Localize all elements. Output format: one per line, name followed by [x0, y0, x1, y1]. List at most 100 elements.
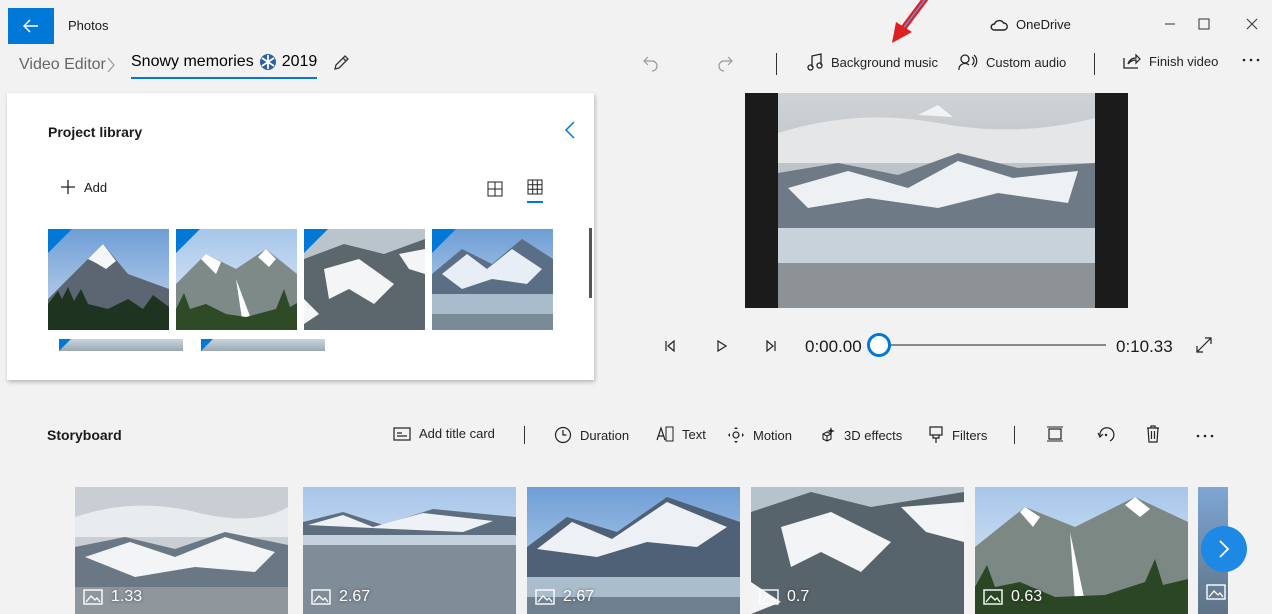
image-icon: [311, 589, 331, 605]
motion-button[interactable]: Motion: [727, 426, 792, 444]
library-scrollbar[interactable]: [589, 228, 592, 298]
onedrive-label: OneDrive: [1016, 17, 1071, 32]
add-media-button[interactable]: Add: [60, 179, 107, 195]
pencil-icon: [334, 55, 349, 70]
text-label: Text: [682, 426, 706, 442]
undo-button[interactable]: [642, 54, 660, 72]
rotate-button[interactable]: [1097, 425, 1115, 443]
finish-video-label: Finish video: [1149, 53, 1219, 69]
background-music-label: Background music: [831, 54, 938, 70]
finish-video-button[interactable]: Finish video: [1123, 53, 1218, 69]
storyboard-clip[interactable]: 1.33: [75, 487, 288, 614]
onedrive-button[interactable]: OneDrive: [990, 17, 1071, 32]
storyboard-title: Storyboard: [47, 427, 122, 443]
small-thumbnails-view-button[interactable]: [527, 179, 543, 203]
video-preview[interactable]: [745, 93, 1128, 308]
selection-corner: [201, 339, 213, 351]
storyboard-clip[interactable]: 0.63: [975, 487, 1188, 614]
image-icon: [535, 589, 555, 605]
play-button[interactable]: [716, 340, 728, 352]
3d-effects-button[interactable]: 3D effects: [818, 426, 902, 444]
add-title-card-button[interactable]: Add title card: [393, 426, 495, 441]
expand-preview-button[interactable]: [1196, 337, 1212, 353]
background-music-button[interactable]: Background music: [807, 53, 938, 71]
more-options-button[interactable]: [1242, 56, 1260, 64]
add-title-card-label: Add title card: [419, 426, 495, 441]
chevron-right-icon: [1219, 540, 1230, 558]
minimize-icon: [1165, 23, 1175, 25]
clock-icon: [554, 426, 572, 444]
maximize-icon: [1198, 18, 1210, 30]
toolbar-divider: [524, 426, 525, 444]
library-thumbnail[interactable]: [304, 229, 425, 330]
storyboard-clip[interactable]: 2.67: [303, 487, 516, 614]
storyboard-clip[interactable]: 0.7: [751, 487, 964, 614]
breadcrumb-video-editor[interactable]: Video Editor: [19, 56, 106, 74]
scroll-storyboard-right-button[interactable]: [1201, 526, 1247, 572]
seek-thumb[interactable]: [867, 333, 891, 357]
rename-button[interactable]: [332, 54, 350, 72]
collapse-library-button[interactable]: [564, 120, 576, 140]
library-thumbnail[interactable]: [59, 339, 183, 351]
grid-large-icon: [487, 181, 503, 197]
ellipsis-icon: [1196, 434, 1214, 438]
filters-button[interactable]: Filters: [928, 426, 987, 444]
motion-icon: [728, 427, 744, 443]
total-time: 0:10.33: [1116, 337, 1173, 356]
current-time: 0:00.00: [805, 337, 862, 356]
chevron-right-icon: [106, 55, 116, 75]
duration-button[interactable]: Duration: [554, 426, 629, 444]
clip-duration: 1.33: [83, 588, 142, 606]
step-back-icon: [665, 340, 675, 352]
previous-frame-button[interactable]: [664, 340, 676, 352]
large-thumbnails-view-button[interactable]: [487, 181, 503, 197]
custom-audio-button[interactable]: Custom audio: [958, 53, 1066, 71]
toolbar-divider: [1094, 53, 1095, 75]
delete-button[interactable]: [1146, 425, 1160, 443]
storyboard-clip[interactable]: 2.67: [527, 487, 740, 614]
clip-duration-value: 0.7: [787, 588, 810, 605]
3d-effects-icon: [822, 427, 835, 442]
maximize-button[interactable]: [1184, 12, 1224, 36]
back-button[interactable]: [8, 8, 54, 44]
library-thumbnail[interactable]: [201, 339, 325, 351]
image-icon: [983, 589, 1003, 605]
clip-duration-value: 1.33: [111, 588, 143, 605]
image-icon: [1206, 584, 1226, 600]
close-button[interactable]: [1232, 12, 1272, 36]
redo-button[interactable]: [716, 54, 734, 72]
selection-corner: [48, 229, 72, 253]
redo-icon: [718, 56, 733, 72]
storyboard-more-button[interactable]: [1196, 432, 1214, 440]
duration-label: Duration: [580, 427, 630, 443]
trash-icon: [1147, 425, 1159, 443]
grid-small-icon: [527, 179, 543, 195]
library-thumbnail[interactable]: [432, 229, 553, 330]
text-button[interactable]: Text: [656, 426, 706, 442]
seek-bar[interactable]: [880, 344, 1106, 346]
snowflake-emoji-icon: [259, 54, 276, 70]
3d-effects-label: 3D effects: [844, 427, 903, 443]
library-thumbnail[interactable]: [48, 229, 169, 330]
project-name: Snowy memories 2019: [131, 53, 318, 79]
clip-duration-value: 2.67: [563, 588, 595, 605]
resize-button[interactable]: [1046, 426, 1064, 442]
add-media-label: Add: [84, 179, 108, 195]
custom-audio-label: Custom audio: [986, 54, 1067, 70]
image-icon: [83, 589, 103, 605]
undo-icon: [643, 56, 658, 72]
filters-icon: [929, 426, 943, 443]
chevron-left-icon: [564, 121, 575, 139]
clip-duration: 0.63: [983, 588, 1042, 606]
project-library-panel: Project library Add: [7, 93, 594, 380]
resize-icon: [1047, 426, 1063, 442]
next-frame-button[interactable]: [765, 340, 777, 352]
library-thumbnail[interactable]: [176, 229, 297, 330]
play-icon: [717, 340, 728, 352]
expand-icon: [1196, 337, 1212, 353]
selection-corner: [304, 229, 328, 253]
arrow-left-icon: [23, 19, 38, 33]
filters-label: Filters: [952, 427, 988, 443]
text-icon: [656, 426, 674, 442]
music-note-icon: [807, 53, 823, 71]
